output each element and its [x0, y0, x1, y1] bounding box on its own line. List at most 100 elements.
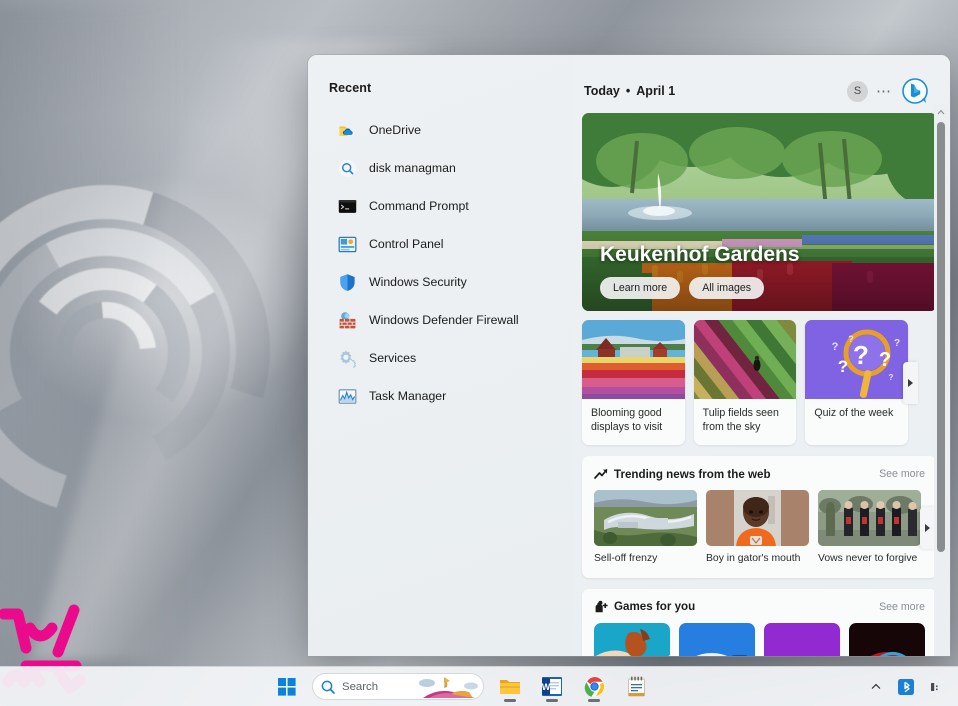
- highlight-card-caption: Tulip fields seen from the sky: [702, 407, 779, 433]
- tray-network-button[interactable]: [922, 673, 950, 701]
- trending-see-more-link[interactable]: See more: [879, 468, 925, 480]
- taskbar-app-chrome[interactable]: [578, 671, 610, 703]
- news-item[interactable]: Sell-off frenzy: [594, 490, 697, 566]
- taskbar-center-group: Search W: [272, 671, 652, 703]
- bing-chat-icon[interactable]: [902, 78, 928, 104]
- recent-item-label: Task Manager: [369, 389, 447, 403]
- task-manager-icon: [338, 388, 357, 404]
- highlight-card[interactable]: ? ? ? ? ? ? ? Quiz of the week: [805, 320, 909, 445]
- games-title: Games for you: [614, 600, 696, 614]
- chevron-up-icon: [937, 109, 945, 115]
- hillside-mansion-photo: [594, 490, 697, 546]
- services-gear-icon: [340, 349, 357, 368]
- taskbar: Search W: [0, 666, 958, 706]
- word-icon: W: [542, 677, 562, 696]
- hero-buttons: Learn more All images: [600, 277, 765, 299]
- news-item[interactable]: Boy in gator's mouth: [706, 490, 809, 566]
- taskbar-app-word[interactable]: W: [536, 671, 568, 703]
- highlight-card-row: Blooming good displays to visit Tulip fi…: [582, 320, 918, 445]
- games-see-more-link[interactable]: See more: [879, 601, 925, 613]
- recent-item-windows-defender-firewall[interactable]: Windows Defender Firewall: [328, 301, 560, 339]
- chevron-up-icon: [871, 683, 881, 689]
- recent-column: Recent OneDrive disk managman Command Pr…: [308, 55, 574, 656]
- cards-carousel-next-button[interactable]: [903, 361, 918, 404]
- learn-more-button[interactable]: Learn more: [600, 277, 681, 299]
- highlight-card[interactable]: Blooming good displays to visit: [582, 320, 685, 445]
- tray-bluetooth-button[interactable]: [892, 673, 920, 701]
- search-history-icon: [338, 159, 357, 177]
- command-prompt-icon: [338, 199, 357, 213]
- recent-heading: Recent: [329, 81, 372, 95]
- windows-logo-icon: [278, 677, 296, 696]
- onedrive-icon: [339, 126, 353, 136]
- highlight-card[interactable]: Tulip fields seen from the sky: [693, 320, 797, 445]
- notepad-icon: [627, 676, 645, 697]
- hero-card[interactable]: Keukenhof Gardens Learn more All images: [582, 113, 937, 311]
- boy-orange-shirt-photo: [706, 490, 809, 546]
- news-caption: Boy in gator's mouth: [706, 553, 801, 564]
- tray-overflow-button[interactable]: [862, 673, 890, 701]
- news-item[interactable]: Vows never to forgive: [818, 490, 921, 566]
- trending-arrow-icon: [594, 469, 608, 479]
- all-images-button[interactable]: All images: [689, 277, 765, 299]
- purple-question-marks-graphic: ? ? ? ? ? ? ?: [805, 320, 909, 399]
- avatar[interactable]: S: [847, 80, 868, 102]
- recent-list: OneDrive disk managman Command Prompt Co…: [328, 111, 574, 415]
- recent-item-label: disk managman: [369, 161, 456, 175]
- game-piece-icon: [595, 600, 608, 612]
- recent-item-label: Command Prompt: [369, 199, 469, 213]
- bluetooth-icon: [898, 678, 914, 695]
- hero-title: Keukenhof Gardens: [600, 243, 800, 266]
- svg-text:?: ?: [889, 373, 894, 382]
- file-explorer-icon: [500, 679, 520, 694]
- svg-text:?: ?: [894, 338, 900, 349]
- recent-item-windows-security[interactable]: Windows Security: [328, 263, 560, 301]
- app-running-indicator: [588, 699, 600, 702]
- taskbar-app-notepad[interactable]: [620, 671, 652, 703]
- feed-header: Today • April 1 S ⋯: [582, 78, 928, 104]
- chrome-icon: [584, 676, 604, 697]
- search-wallpaper-thumbnail: [411, 674, 483, 699]
- trending-news-section: Trending news from the web See more Sell…: [582, 456, 937, 578]
- recent-item-onedrive[interactable]: OneDrive: [328, 111, 560, 149]
- news-carousel-next-button[interactable]: [920, 506, 935, 549]
- feed-scroll-area: Keukenhof Gardens Learn more All images: [582, 113, 937, 656]
- recent-item-control-panel[interactable]: Control Panel: [328, 225, 560, 263]
- red-game-tile[interactable]: [849, 622, 925, 656]
- taskbar-app-file-explorer[interactable]: [494, 671, 526, 703]
- chevron-right-icon: [908, 378, 913, 387]
- start-button[interactable]: [272, 672, 302, 702]
- recent-item-services[interactable]: Services: [328, 339, 560, 377]
- feed-today-label: Today: [584, 84, 620, 98]
- panel-scrollbar[interactable]: [934, 105, 948, 656]
- more-options-button[interactable]: ⋯: [872, 81, 896, 102]
- app-running-indicator: [546, 699, 558, 702]
- svg-text:W: W: [542, 682, 551, 692]
- search-input[interactable]: Search: [312, 673, 484, 700]
- chevron-right-icon: [925, 523, 930, 532]
- scrollbar-thumb[interactable]: [937, 122, 945, 552]
- scroll-up-button[interactable]: [934, 105, 948, 119]
- recent-item-label: Services: [369, 351, 417, 365]
- aerial-tulip-rows-photo: [693, 320, 797, 399]
- feed-separator: •: [625, 84, 631, 98]
- recent-item-disk-managman[interactable]: disk managman: [328, 149, 560, 187]
- purple-game-tile[interactable]: [764, 622, 840, 656]
- feed-date-label: April 1: [636, 84, 676, 98]
- system-tray: [862, 673, 950, 701]
- recent-item-label: Control Panel: [369, 237, 444, 251]
- blue-game-tile[interactable]: [679, 622, 755, 656]
- shield-icon: [340, 273, 355, 291]
- recent-item-task-manager[interactable]: Task Manager: [328, 377, 560, 415]
- memorial-procession-photo: [818, 490, 921, 546]
- windows-search-panel: Recent OneDrive disk managman Command Pr…: [308, 55, 950, 656]
- recent-item-label: Windows Defender Firewall: [369, 313, 519, 327]
- svg-text:?: ?: [849, 334, 855, 344]
- svg-text:?: ?: [879, 349, 891, 371]
- teal-horse-game-tile[interactable]: [594, 622, 670, 656]
- highlight-card-caption: Blooming good displays to visit: [591, 407, 663, 433]
- svg-text:?: ?: [838, 357, 848, 376]
- firewall-icon: [339, 311, 356, 328]
- recent-item-command-prompt[interactable]: Command Prompt: [328, 187, 560, 225]
- feed-column: Today • April 1 S ⋯ Keukenhof Gardens Le…: [574, 55, 950, 656]
